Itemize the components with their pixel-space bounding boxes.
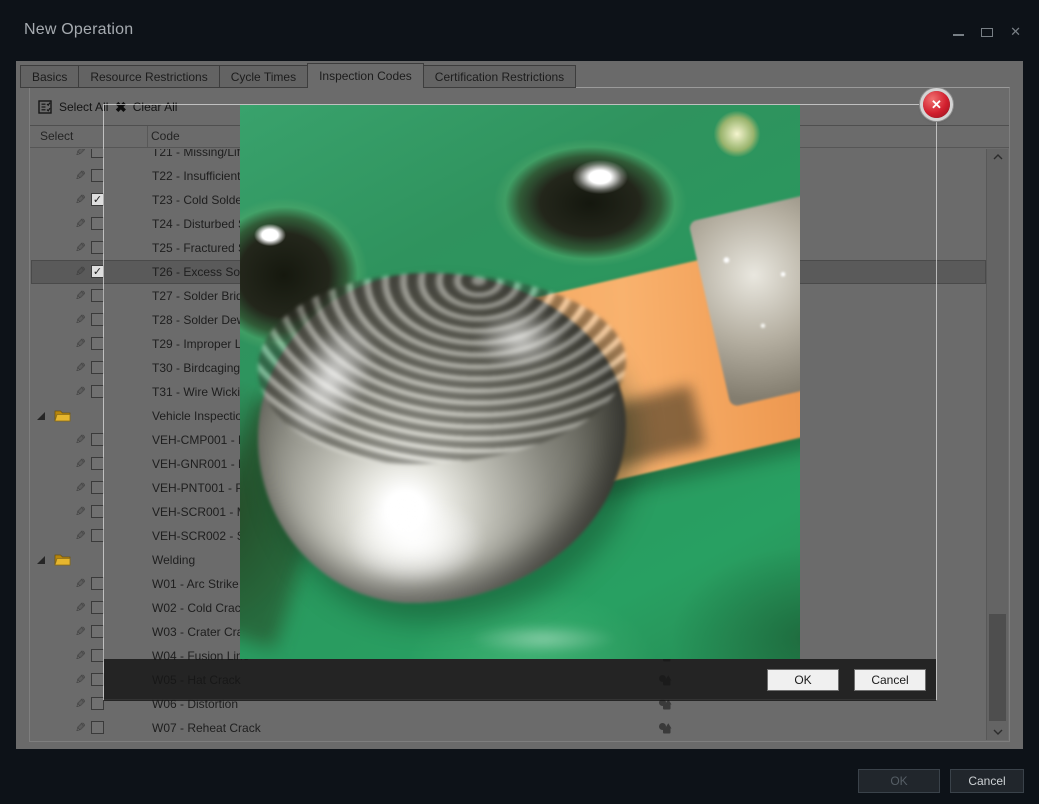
select-all-button[interactable]: Select All (38, 96, 108, 118)
edit-pencil-icon[interactable]: ✎ (75, 572, 86, 596)
edit-pencil-icon[interactable]: ✎ (75, 332, 86, 356)
window-controls: ✕ (953, 24, 1021, 40)
edit-pencil-icon[interactable]: ✎ (75, 188, 86, 212)
edit-pencil-icon[interactable]: ✎ (75, 500, 86, 524)
edit-pencil-icon[interactable]: ✎ (75, 452, 86, 476)
ok-button[interactable]: OK (858, 769, 940, 793)
tab-strip: BasicsResource RestrictionsCycle TimesIn… (20, 63, 576, 88)
folder-icon (54, 553, 71, 566)
maximize-button[interactable] (981, 28, 993, 37)
edit-pencil-icon[interactable]: ✎ (75, 476, 86, 500)
edit-pencil-icon[interactable]: ✎ (75, 692, 86, 716)
folder-icon (54, 409, 71, 422)
edit-pencil-icon[interactable]: ✎ (75, 620, 86, 644)
solder-joint-photo (240, 105, 800, 659)
solder-highlight (475, 310, 565, 370)
tab-resource-restrictions[interactable]: Resource Restrictions (78, 65, 218, 88)
edit-pencil-icon[interactable]: ✎ (75, 308, 86, 332)
scroll-up-button[interactable] (987, 149, 1008, 165)
minimize-button[interactable] (953, 34, 964, 36)
select-all-label: Select All (59, 100, 108, 114)
edit-pencil-icon[interactable]: ✎ (75, 212, 86, 236)
dialog-cancel-button[interactable]: Cancel (854, 669, 926, 691)
edit-pencil-icon[interactable]: ✎ (75, 260, 86, 284)
dialog-button-bar: OK Cancel (104, 659, 936, 701)
tab-certification-restrictions[interactable]: Certification Restrictions (424, 65, 576, 88)
edit-pencil-icon[interactable]: ✎ (75, 380, 86, 404)
edit-pencil-icon[interactable]: ✎ (75, 356, 86, 380)
edit-pencil-icon[interactable]: ✎ (75, 668, 86, 692)
window-title: New Operation (24, 21, 133, 39)
select-all-icon (38, 100, 53, 114)
inspection-code-row[interactable]: ✎ W07 - Reheat Crack (31, 716, 986, 740)
edit-pencil-icon[interactable]: ✎ (75, 236, 86, 260)
scroll-down-button[interactable] (987, 724, 1008, 740)
close-window-button[interactable]: ✕ (1010, 25, 1021, 39)
new-operation-window: New Operation ✕ BasicsResource Restricti… (0, 0, 1039, 804)
edit-pencil-icon[interactable]: ✎ (75, 284, 86, 308)
edit-pencil-icon[interactable]: ✎ (75, 644, 86, 668)
dialog-close-icon[interactable]: ✕ (923, 91, 950, 118)
edit-pencil-icon[interactable]: ✎ (75, 596, 86, 620)
tab-cycle-times[interactable]: Cycle Times (219, 65, 307, 88)
column-header-select[interactable]: Select (40, 129, 73, 143)
vertical-scrollbar[interactable] (986, 149, 1008, 740)
edit-pencil-icon[interactable]: ✎ (75, 164, 86, 188)
dialog-ok-button[interactable]: OK (767, 669, 839, 691)
row-checkbox[interactable] (91, 721, 104, 734)
edit-pencil-icon[interactable]: ✎ (75, 428, 86, 452)
image-preview-dialog: ✕ OK Cancel (103, 104, 937, 700)
expander-icon[interactable] (37, 412, 46, 421)
expander-icon[interactable] (37, 556, 46, 565)
cancel-button[interactable]: Cancel (950, 769, 1024, 793)
chevron-down-icon (993, 729, 1003, 735)
edit-pencil-icon[interactable]: ✎ (75, 149, 86, 164)
edit-pencil-icon[interactable]: ✎ (75, 716, 86, 740)
pcb-reflection (468, 623, 618, 655)
tab-inspection-codes[interactable]: Inspection Codes (307, 63, 424, 88)
tab-basics[interactable]: Basics (20, 65, 78, 88)
media-shapes-icon (658, 722, 672, 734)
chevron-up-icon (993, 154, 1003, 160)
scrollbar-thumb[interactable] (989, 614, 1006, 721)
edit-pencil-icon[interactable]: ✎ (75, 524, 86, 548)
solder-highlight (345, 495, 485, 585)
code-cell: W07 - Reheat Crack (152, 716, 261, 740)
